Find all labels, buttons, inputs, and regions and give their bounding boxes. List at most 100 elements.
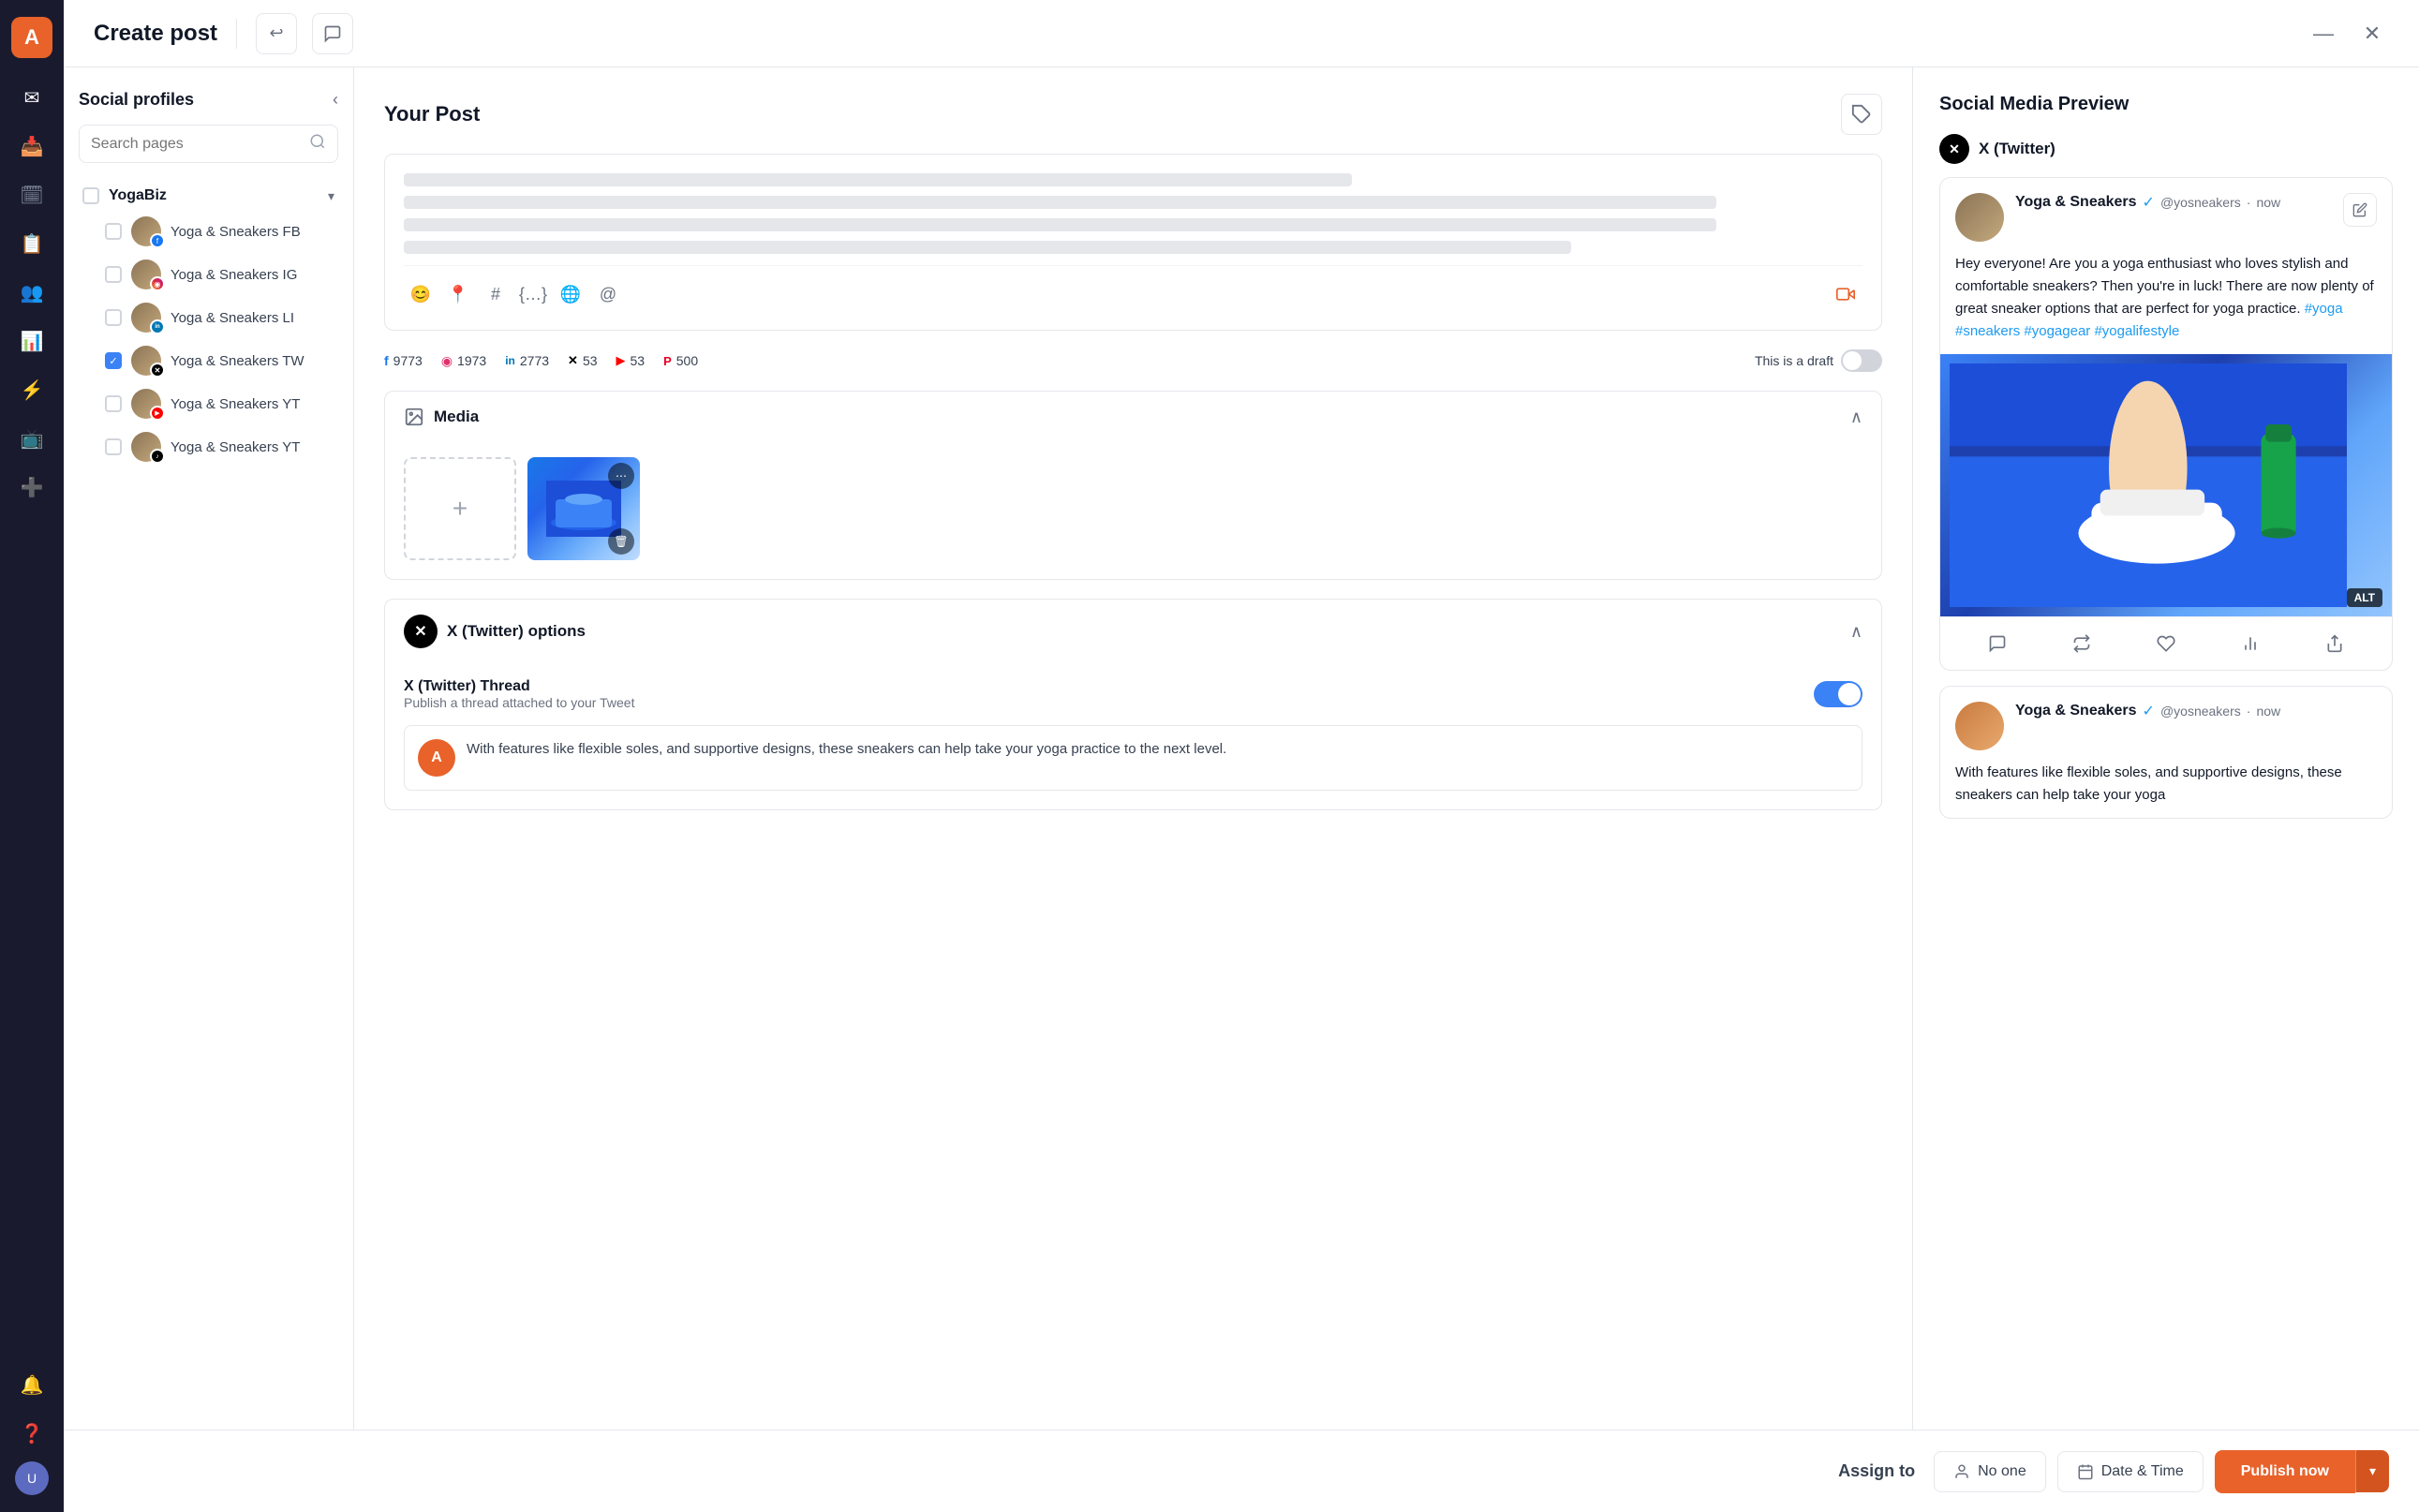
emoji-button[interactable]: 😊 <box>404 277 438 311</box>
tweet-text-1: Hey everyone! Are you a yoga enthusiast … <box>1940 242 2392 354</box>
media-menu-button[interactable]: ⋯ <box>608 463 634 489</box>
share-button-1[interactable] <box>2318 627 2352 660</box>
tw-count: 53 <box>583 353 598 368</box>
nav-icon-media[interactable]: 📺 <box>11 418 52 459</box>
tweet-time-1: now <box>2256 195 2280 210</box>
nav-icon-analytics[interactable]: 📊 <box>11 320 52 362</box>
fb-count: 9773 <box>393 353 423 368</box>
thread-content[interactable]: With features like flexible soles, and s… <box>467 739 1848 777</box>
profile-item-yt[interactable]: ▶ Yoga & Sneakers YT <box>79 382 338 425</box>
modal-title: Create post <box>94 21 217 47</box>
translate-button[interactable]: 🌐 <box>554 277 587 311</box>
thread-button[interactable] <box>312 13 353 54</box>
post-panel: Your Post 😊 📍 # {…} <box>354 67 1913 1512</box>
yt-badge: ▶ <box>150 406 165 421</box>
post-editor-area[interactable]: 😊 📍 # {…} 🌐 @ <box>384 154 1882 331</box>
tweet-name-row-1: Yoga & Sneakers ✓ @yosneakers · now <box>2015 193 2332 212</box>
minimize-button[interactable]: — <box>2307 17 2340 51</box>
mention-button[interactable]: @ <box>591 277 625 311</box>
profile-checkbox-yt[interactable] <box>105 395 122 412</box>
tw-badge: ✕ <box>150 363 165 378</box>
thread-toggle-switch[interactable] <box>1814 681 1862 707</box>
twitter-options-header[interactable]: ✕ X (Twitter) options ∧ <box>385 600 1881 663</box>
profiles-collapse-button[interactable]: ‹ <box>333 90 338 110</box>
placeholder-line-1 <box>404 173 1352 186</box>
tweet-handle-1: @yosneakers <box>2160 195 2241 210</box>
tk-badge: ♪ <box>150 449 165 464</box>
assign-label: Assign to <box>1838 1461 1915 1481</box>
profile-item-ig[interactable]: ◉ Yoga & Sneakers IG <box>79 253 338 296</box>
analytics-button-1[interactable] <box>2233 627 2267 660</box>
profile-checkbox-tw[interactable] <box>105 352 122 369</box>
publish-now-button[interactable]: Publish now <box>2215 1450 2355 1493</box>
like-button-1[interactable] <box>2149 627 2183 660</box>
nav-icon-notifications[interactable]: 🔔 <box>11 1364 52 1405</box>
tweet-name-2: Yoga & Sneakers <box>2015 703 2137 719</box>
modal-header: Create post ↩ — ✕ <box>64 0 2419 67</box>
magic-button[interactable] <box>1829 277 1862 311</box>
tag-button[interactable] <box>1841 94 1882 135</box>
publish-button-group: Publish now ▾ <box>2215 1450 2389 1493</box>
profile-item-li[interactable]: in Yoga & Sneakers LI <box>79 296 338 339</box>
thread-option-label: X (Twitter) Thread <box>404 678 634 695</box>
reply-button-1[interactable] <box>1981 627 2014 660</box>
tweet-name-row-2: Yoga & Sneakers ✓ @yosneakers · now <box>2015 702 2377 720</box>
nav-icon-help[interactable]: ❓ <box>11 1413 52 1454</box>
preview-panel: Social Media Preview ✕ X (Twitter) Yoga … <box>1913 67 2419 1512</box>
placeholder-line-3 <box>404 218 1716 231</box>
search-box <box>79 125 338 163</box>
nav-icon-audience[interactable]: 👥 <box>11 272 52 313</box>
tweet-user-info-2: Yoga & Sneakers ✓ @yosneakers · now <box>2015 702 2377 720</box>
retweet-button-1[interactable] <box>2065 627 2099 660</box>
tweet-preview-card-1: Yoga & Sneakers ✓ @yosneakers · now <box>1939 177 2393 671</box>
brand-checkbox[interactable] <box>82 187 99 204</box>
thread-option-desc: Publish a thread attached to your Tweet <box>404 695 634 710</box>
profile-checkbox-fb[interactable] <box>105 223 122 240</box>
fb-badge: f <box>150 233 165 248</box>
post-panel-title: Your Post <box>384 102 480 126</box>
nav-icon-inbox[interactable]: 📥 <box>11 126 52 167</box>
profile-checkbox-tk[interactable] <box>105 438 122 455</box>
media-delete-button[interactable]: 🗑 <box>608 528 634 555</box>
app-logo: A <box>11 17 52 58</box>
profile-checkbox-li[interactable] <box>105 309 122 326</box>
tweet-actions-1 <box>1940 616 2392 670</box>
profile-item-fb[interactable]: f Yoga & Sneakers FB <box>79 210 338 253</box>
publish-dropdown-button[interactable]: ▾ <box>2355 1450 2389 1492</box>
location-button[interactable]: 📍 <box>441 277 475 311</box>
media-section-header[interactable]: Media ∧ <box>385 392 1881 442</box>
media-chevron-icon: ∧ <box>1850 408 1862 427</box>
tweet-header-2: Yoga & Sneakers ✓ @yosneakers · now <box>1940 687 2392 750</box>
placeholder-line-2 <box>404 196 1716 209</box>
media-thumb-actions: ⋯ <box>608 463 634 489</box>
nav-icon-posts[interactable]: 📋 <box>11 223 52 264</box>
variable-button[interactable]: {…} <box>516 277 550 311</box>
search-input[interactable] <box>91 136 302 153</box>
tw-icon: ✕ <box>568 353 578 368</box>
alt-badge[interactable]: ALT <box>2347 588 2382 607</box>
brand-header[interactable]: YogaBiz ▾ <box>79 182 338 210</box>
nav-icon-add[interactable]: ➕ <box>11 467 52 508</box>
profile-name-yt: Yoga & Sneakers YT <box>171 396 300 412</box>
profile-avatar-wrap-fb: f <box>131 216 161 246</box>
preview-platform-icon: ✕ <box>1939 134 1969 164</box>
no-one-button[interactable]: No one <box>1934 1451 2046 1492</box>
li-badge: in <box>150 319 165 334</box>
history-button[interactable]: ↩ <box>256 13 297 54</box>
nav-avatar[interactable]: U <box>15 1461 49 1495</box>
nav-icon-calendar[interactable]: 🗓 <box>11 174 52 215</box>
media-add-button[interactable]: + <box>404 457 516 560</box>
no-one-label: No one <box>1978 1463 2026 1480</box>
hashtag-button[interactable]: # <box>479 277 512 311</box>
profile-checkbox-ig[interactable] <box>105 266 122 283</box>
close-button[interactable]: ✕ <box>2355 17 2389 51</box>
nav-icon-compose[interactable]: ✉ <box>11 77 52 118</box>
profile-item-tw[interactable]: ✕ Yoga & Sneakers TW <box>79 339 338 382</box>
profile-item-tk[interactable]: ♪ Yoga & Sneakers YT <box>79 425 338 468</box>
profiles-title: Social profiles <box>79 90 194 110</box>
tweet-edit-button-1[interactable] <box>2343 193 2377 227</box>
editor-toolbar: 😊 📍 # {…} 🌐 @ <box>404 265 1862 311</box>
nav-icon-automation[interactable]: ⚡ <box>11 369 52 410</box>
date-time-button[interactable]: Date & Time <box>2057 1451 2204 1492</box>
draft-toggle-switch[interactable] <box>1841 349 1882 372</box>
